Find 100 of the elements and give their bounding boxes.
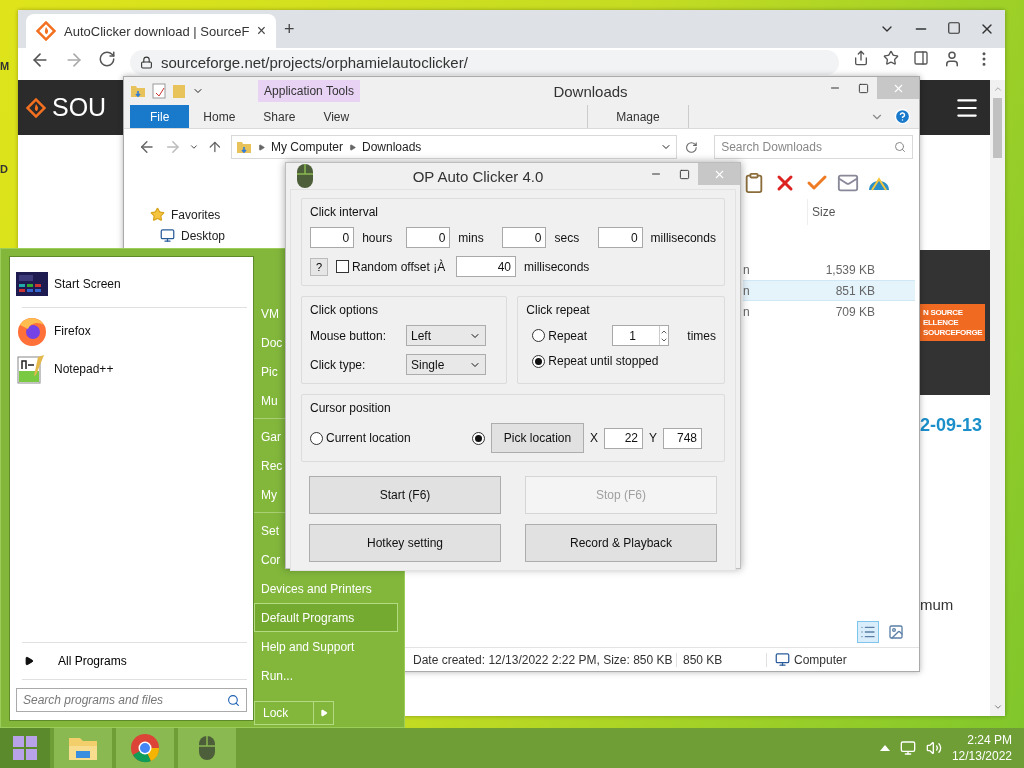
star-icon[interactable]	[883, 50, 899, 66]
volume-icon[interactable]	[925, 740, 942, 756]
show-hidden-icons[interactable]	[879, 745, 890, 751]
status-text: Date created: 12/13/2022 2:22 PM, Size: 850 KB	[407, 652, 677, 667]
coordinate-field[interactable]: 748	[663, 427, 703, 449]
number-spinner[interactable]: 1	[612, 325, 670, 346]
action-button[interactable]: Start (F6)	[309, 476, 501, 514]
recent-locations-icon[interactable]	[189, 142, 200, 152]
start-menu-item[interactable]: Firefox	[16, 312, 247, 350]
search-field[interactable]: Search programs and files	[16, 688, 247, 712]
scroll-down-icon[interactable]	[992, 702, 1003, 712]
search-icon	[894, 141, 906, 153]
profile-icon[interactable]	[943, 50, 961, 68]
browser-tab[interactable]: AutoClicker download | SourceF ×	[26, 14, 276, 48]
arrow-icon	[319, 709, 328, 717]
unit-label: mins	[458, 230, 485, 245]
ribbon-tab[interactable]: Share	[249, 105, 310, 128]
page-text: mum	[920, 596, 955, 613]
column-header[interactable]: Size	[807, 199, 891, 225]
lock-icon	[140, 56, 153, 69]
date-text: 2-09-13	[920, 415, 984, 436]
start-menu-item[interactable]: Start Screen	[16, 265, 247, 303]
action-button[interactable]: Hotkey setting	[309, 524, 501, 562]
status-text: 850 KB	[677, 652, 767, 667]
up-icon[interactable]	[207, 139, 223, 155]
folder-icon	[235, 139, 252, 155]
coordinate-field[interactable]: 22	[604, 427, 643, 449]
dropdown[interactable]: Single	[406, 354, 486, 375]
context-tab-header: Application Tools	[258, 80, 360, 102]
dropdown[interactable]: Left	[406, 325, 486, 346]
start-menu-item[interactable]: Notepad++	[16, 350, 247, 388]
maximize-icon[interactable]	[678, 168, 690, 180]
radio-button[interactable]: Repeat until stopped	[526, 354, 659, 368]
details-view-button[interactable]	[857, 621, 879, 643]
network-icon[interactable]	[899, 740, 916, 756]
back-icon[interactable]	[138, 138, 156, 156]
refresh-icon[interactable]	[685, 140, 699, 154]
number-field[interactable]: 40	[456, 256, 516, 277]
number-field[interactable]: 0	[406, 227, 451, 248]
desktop-icon-label[interactable]: D	[0, 163, 8, 175]
number-field[interactable]: 0	[310, 227, 355, 248]
windows-logo-icon	[12, 735, 38, 761]
group-title: Cursor position	[310, 401, 392, 415]
help-button[interactable]: ?	[310, 257, 328, 276]
number-field[interactable]: 0	[502, 227, 547, 248]
nav-item[interactable]: Favorites	[150, 207, 286, 222]
firefox-icon	[16, 315, 48, 347]
help-icon[interactable]	[894, 108, 911, 125]
breadcrumb-item[interactable]: Downloads	[361, 140, 422, 154]
status-text: Computer	[794, 652, 847, 667]
address-bar[interactable]: sourceforge.net/projects/orphamielautoclicker/	[130, 50, 839, 75]
mail-icon[interactable]	[837, 172, 859, 194]
new-tab-button[interactable]: +	[284, 18, 295, 40]
coordinate-label: Y	[649, 431, 658, 445]
start-tiles-icon	[16, 272, 48, 296]
all-programs-item[interactable]: All Programs	[16, 647, 247, 675]
reload-icon[interactable]	[98, 50, 116, 68]
pick-location-button[interactable]: Pick location	[491, 423, 584, 453]
field-label: Click type:	[310, 357, 367, 372]
taskbar-app-button[interactable]	[116, 728, 174, 768]
unit-label: secs	[554, 230, 581, 245]
list-icon	[860, 624, 876, 640]
breadcrumb-item[interactable]: My Computer	[270, 140, 343, 154]
group-title: Click options	[310, 303, 380, 317]
ribbon-tab[interactable]: File	[130, 105, 190, 128]
action-button[interactable]: Record & Playback	[525, 524, 717, 562]
start-button[interactable]	[0, 728, 50, 768]
radio-button[interactable]: Current location	[310, 431, 460, 445]
random-offset-checkbox[interactable]: Random offset ¡À	[336, 259, 448, 274]
number-field[interactable]: 0	[598, 227, 643, 248]
maximize-icon[interactable]	[857, 82, 869, 94]
unit-label: times	[687, 328, 716, 343]
share-icon[interactable]	[853, 50, 869, 66]
address-field[interactable]: My Computer Downloads	[230, 135, 678, 159]
ribbon-tab[interactable]: View	[309, 105, 364, 128]
properties-icon[interactable]	[152, 83, 166, 99]
file-row[interactable]: n 851 KB	[743, 280, 915, 301]
radio-button[interactable]: Repeat	[526, 328, 613, 343]
award-badge: N SOURCE ELLENCE SOURCEFORGE	[920, 304, 986, 341]
lock-options-button[interactable]	[314, 701, 334, 725]
desktop-icon-label[interactable]: M	[0, 60, 10, 72]
computer-icon	[775, 652, 790, 667]
file-row[interactable]: n 709 KB	[743, 301, 915, 322]
scrollbar[interactable]	[990, 80, 1005, 716]
chrome-icon	[130, 733, 160, 763]
chevron-icon	[348, 143, 356, 151]
tab-close-button[interactable]: ×	[256, 22, 266, 40]
radio-button[interactable]	[472, 431, 485, 445]
ribbon-tab[interactable]: Manage	[587, 105, 689, 128]
clipboard-icon[interactable]	[743, 172, 765, 194]
file-row[interactable]: n 1,539 KB	[743, 259, 915, 280]
side-panel-icon[interactable]	[913, 50, 929, 66]
maximize-icon[interactable]	[947, 21, 961, 35]
taskbar-app-button[interactable]	[54, 728, 112, 768]
taskbar-app-button[interactable]	[178, 728, 236, 768]
nav-item[interactable]: Desktop	[150, 228, 286, 243]
ribbon-tab[interactable]: Home	[189, 105, 250, 128]
search-field[interactable]: Search Downloads	[714, 135, 913, 159]
arrow-icon	[24, 656, 34, 666]
scroll-thumb[interactable]	[993, 98, 1002, 158]
